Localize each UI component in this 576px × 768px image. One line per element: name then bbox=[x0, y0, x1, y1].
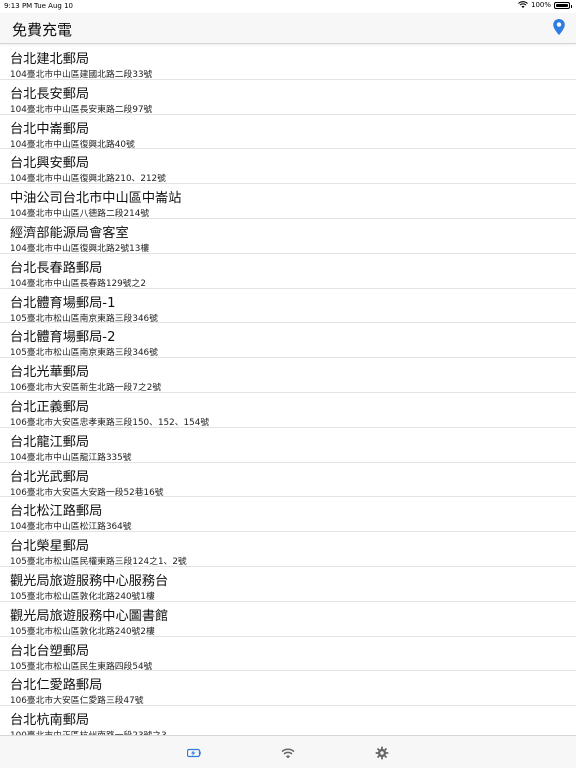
list-item[interactable]: 台北體育場郵局-1 105臺北市松山區南京東路三段346號 bbox=[0, 289, 576, 324]
station-name: 台北正義郵局 bbox=[10, 399, 90, 415]
list-item[interactable]: 台北建北郵局 104臺北市中山區建國北路二段33號 bbox=[0, 45, 576, 80]
status-time: 9:13 PM bbox=[4, 2, 33, 10]
station-address: 104臺北市中山區長春路129號之2 bbox=[10, 278, 146, 289]
station-address: 104臺北市中山區長安東路二段97號 bbox=[10, 104, 153, 115]
location-pin-icon[interactable] bbox=[552, 18, 566, 36]
station-name: 台北龍江郵局 bbox=[10, 434, 90, 450]
page-title: 免費充電 bbox=[12, 21, 73, 39]
tab-settings[interactable] bbox=[374, 745, 390, 761]
tab-bar bbox=[0, 735, 576, 768]
list-item[interactable]: 台北興安郵局 104臺北市中山區復興北路210、212號 bbox=[0, 149, 576, 184]
status-right: 100% bbox=[518, 1, 572, 9]
list-item[interactable]: 台北中崙郵局 104臺北市中山區復興北路40號 bbox=[0, 115, 576, 150]
station-address: 106臺北市大安區忠孝東路三段150、152、154號 bbox=[10, 417, 210, 428]
station-address: 104臺北市中山區復興北路2號13樓 bbox=[10, 243, 150, 254]
station-address: 105臺北市松山區南京東路三段346號 bbox=[10, 313, 158, 324]
list-item[interactable]: 台北松江路郵局 104臺北市中山區松江路364號 bbox=[0, 497, 576, 532]
list-item[interactable]: 台北光武郵局 106臺北市大安區大安路一段52巷16號 bbox=[0, 463, 576, 498]
station-name: 台北長安郵局 bbox=[10, 86, 90, 102]
station-name: 台北中崙郵局 bbox=[10, 121, 90, 137]
list-item[interactable]: 台北杭南郵局100臺北市中正區杭州南路一段23號之3 bbox=[0, 706, 576, 735]
list-item[interactable]: 台北榮星郵局 105臺北市松山區民權東路三段124之1、2號 bbox=[0, 532, 576, 567]
list-item[interactable]: 經濟部能源局會客室 104臺北市中山區復興北路2號13樓 bbox=[0, 219, 576, 254]
list-item[interactable]: 觀光局旅遊服務中心服務台 105臺北市松山區敦化北路240號1樓 bbox=[0, 567, 576, 602]
station-address: 106臺北市大安區仁愛路三段47號 bbox=[10, 696, 144, 707]
station-name: 台北松江路郵局 bbox=[10, 504, 103, 520]
station-name: 台北榮星郵局 bbox=[10, 539, 90, 555]
wifi-icon bbox=[281, 747, 295, 758]
list-item[interactable]: 台北正義郵局 106臺北市大安區忠孝東路三段150、152、154號 bbox=[0, 393, 576, 428]
list-item[interactable]: 台北長安郵局 104臺北市中山區長安東路二段97號 bbox=[0, 80, 576, 115]
station-address: 100臺北市中正區杭州南路一段23號之3 bbox=[10, 728, 167, 735]
status-date: Tue Aug 10 bbox=[34, 2, 73, 10]
station-name: 台北光武郵局 bbox=[10, 469, 90, 485]
tab-wifi[interactable] bbox=[280, 745, 296, 761]
list-item[interactable]: 台北台塑郵局 105臺北市松山區民生東路四段54號 bbox=[0, 637, 576, 672]
station-address: 104臺北市中山區松江路364號 bbox=[10, 522, 132, 533]
station-address: 106臺北市大安區新生北路一段7之2號 bbox=[10, 383, 162, 394]
list-item[interactable]: 台北龍江郵局 104臺北市中山區龍江路335號 bbox=[0, 428, 576, 463]
list-item[interactable]: 台北體育場郵局-2 105臺北市松山區南京東路三段346號 bbox=[0, 323, 576, 358]
status-bar: 9:13 PM Tue Aug 10 100% bbox=[0, 0, 576, 13]
station-name: 台北興安郵局 bbox=[10, 156, 90, 172]
station-address: 105臺北市松山區敦化北路240號2樓 bbox=[10, 626, 155, 637]
station-address: 105臺北市松山區南京東路三段346號 bbox=[10, 348, 158, 359]
list-item[interactable]: 觀光局旅遊服務中心圖書館 105臺北市松山區敦化北路240號2樓 bbox=[0, 602, 576, 637]
wifi-signal-icon bbox=[518, 1, 528, 8]
list-item[interactable]: 台北仁愛路郵局 106臺北市大安區仁愛路三段47號 bbox=[0, 671, 576, 706]
tab-charging-stations[interactable] bbox=[186, 745, 202, 761]
station-address: 104臺北市中山區八德路二段214號 bbox=[10, 209, 150, 220]
list-item[interactable]: 台北長春路郵局 104臺北市中山區長春路129號之2 bbox=[0, 254, 576, 289]
station-name: 台北體育場郵局-2 bbox=[10, 330, 116, 346]
station-name: 台北建北郵局 bbox=[10, 52, 90, 67]
station-address: 105臺北市松山區民生東路四段54號 bbox=[10, 661, 153, 672]
station-name: 觀光局旅遊服務中心服務台 bbox=[10, 573, 169, 589]
station-name: 台北仁愛路郵局 bbox=[10, 678, 103, 694]
station-address: 105臺北市松山區民權東路三段124之1、2號 bbox=[10, 557, 187, 568]
station-name: 經濟部能源局會客室 bbox=[10, 225, 129, 241]
station-address: 104臺北市中山區復興北路210、212號 bbox=[10, 174, 166, 185]
list-item[interactable]: 中油公司台北市中山區中崙站 104臺北市中山區八德路二段214號 bbox=[0, 184, 576, 219]
navigation-bar: 免費充電 bbox=[0, 13, 576, 44]
station-name: 台北體育場郵局-1 bbox=[10, 295, 116, 311]
station-address: 104臺北市中山區建國北路二段33號 bbox=[10, 70, 153, 80]
station-name: 觀光局旅遊服務中心圖書館 bbox=[10, 608, 169, 624]
charging-station-icon bbox=[187, 748, 201, 758]
list-item[interactable]: 台北光華郵局 106臺北市大安區新生北路一段7之2號 bbox=[0, 358, 576, 393]
station-address: 105臺北市松山區敦化北路240號1樓 bbox=[10, 591, 155, 602]
battery-icon bbox=[554, 1, 572, 9]
station-address: 104臺北市中山區龍江路335號 bbox=[10, 452, 132, 463]
station-address: 104臺北市中山區復興北路40號 bbox=[10, 139, 135, 150]
station-address: 106臺北市大安區大安路一段52巷16號 bbox=[10, 487, 164, 498]
station-name: 台北長春路郵局 bbox=[10, 260, 103, 276]
gear-icon bbox=[375, 746, 389, 760]
station-name: 台北台塑郵局 bbox=[10, 643, 90, 659]
battery-percent: 100% bbox=[530, 1, 551, 9]
station-name: 台北杭南郵局 bbox=[10, 713, 90, 729]
station-name: 台北光華郵局 bbox=[10, 365, 90, 381]
station-name: 中油公司台北市中山區中崙站 bbox=[10, 191, 182, 207]
station-list[interactable]: 台北建北郵局 104臺北市中山區建國北路二段33號台北長安郵局 104臺北市中山區長… bbox=[0, 45, 576, 735]
